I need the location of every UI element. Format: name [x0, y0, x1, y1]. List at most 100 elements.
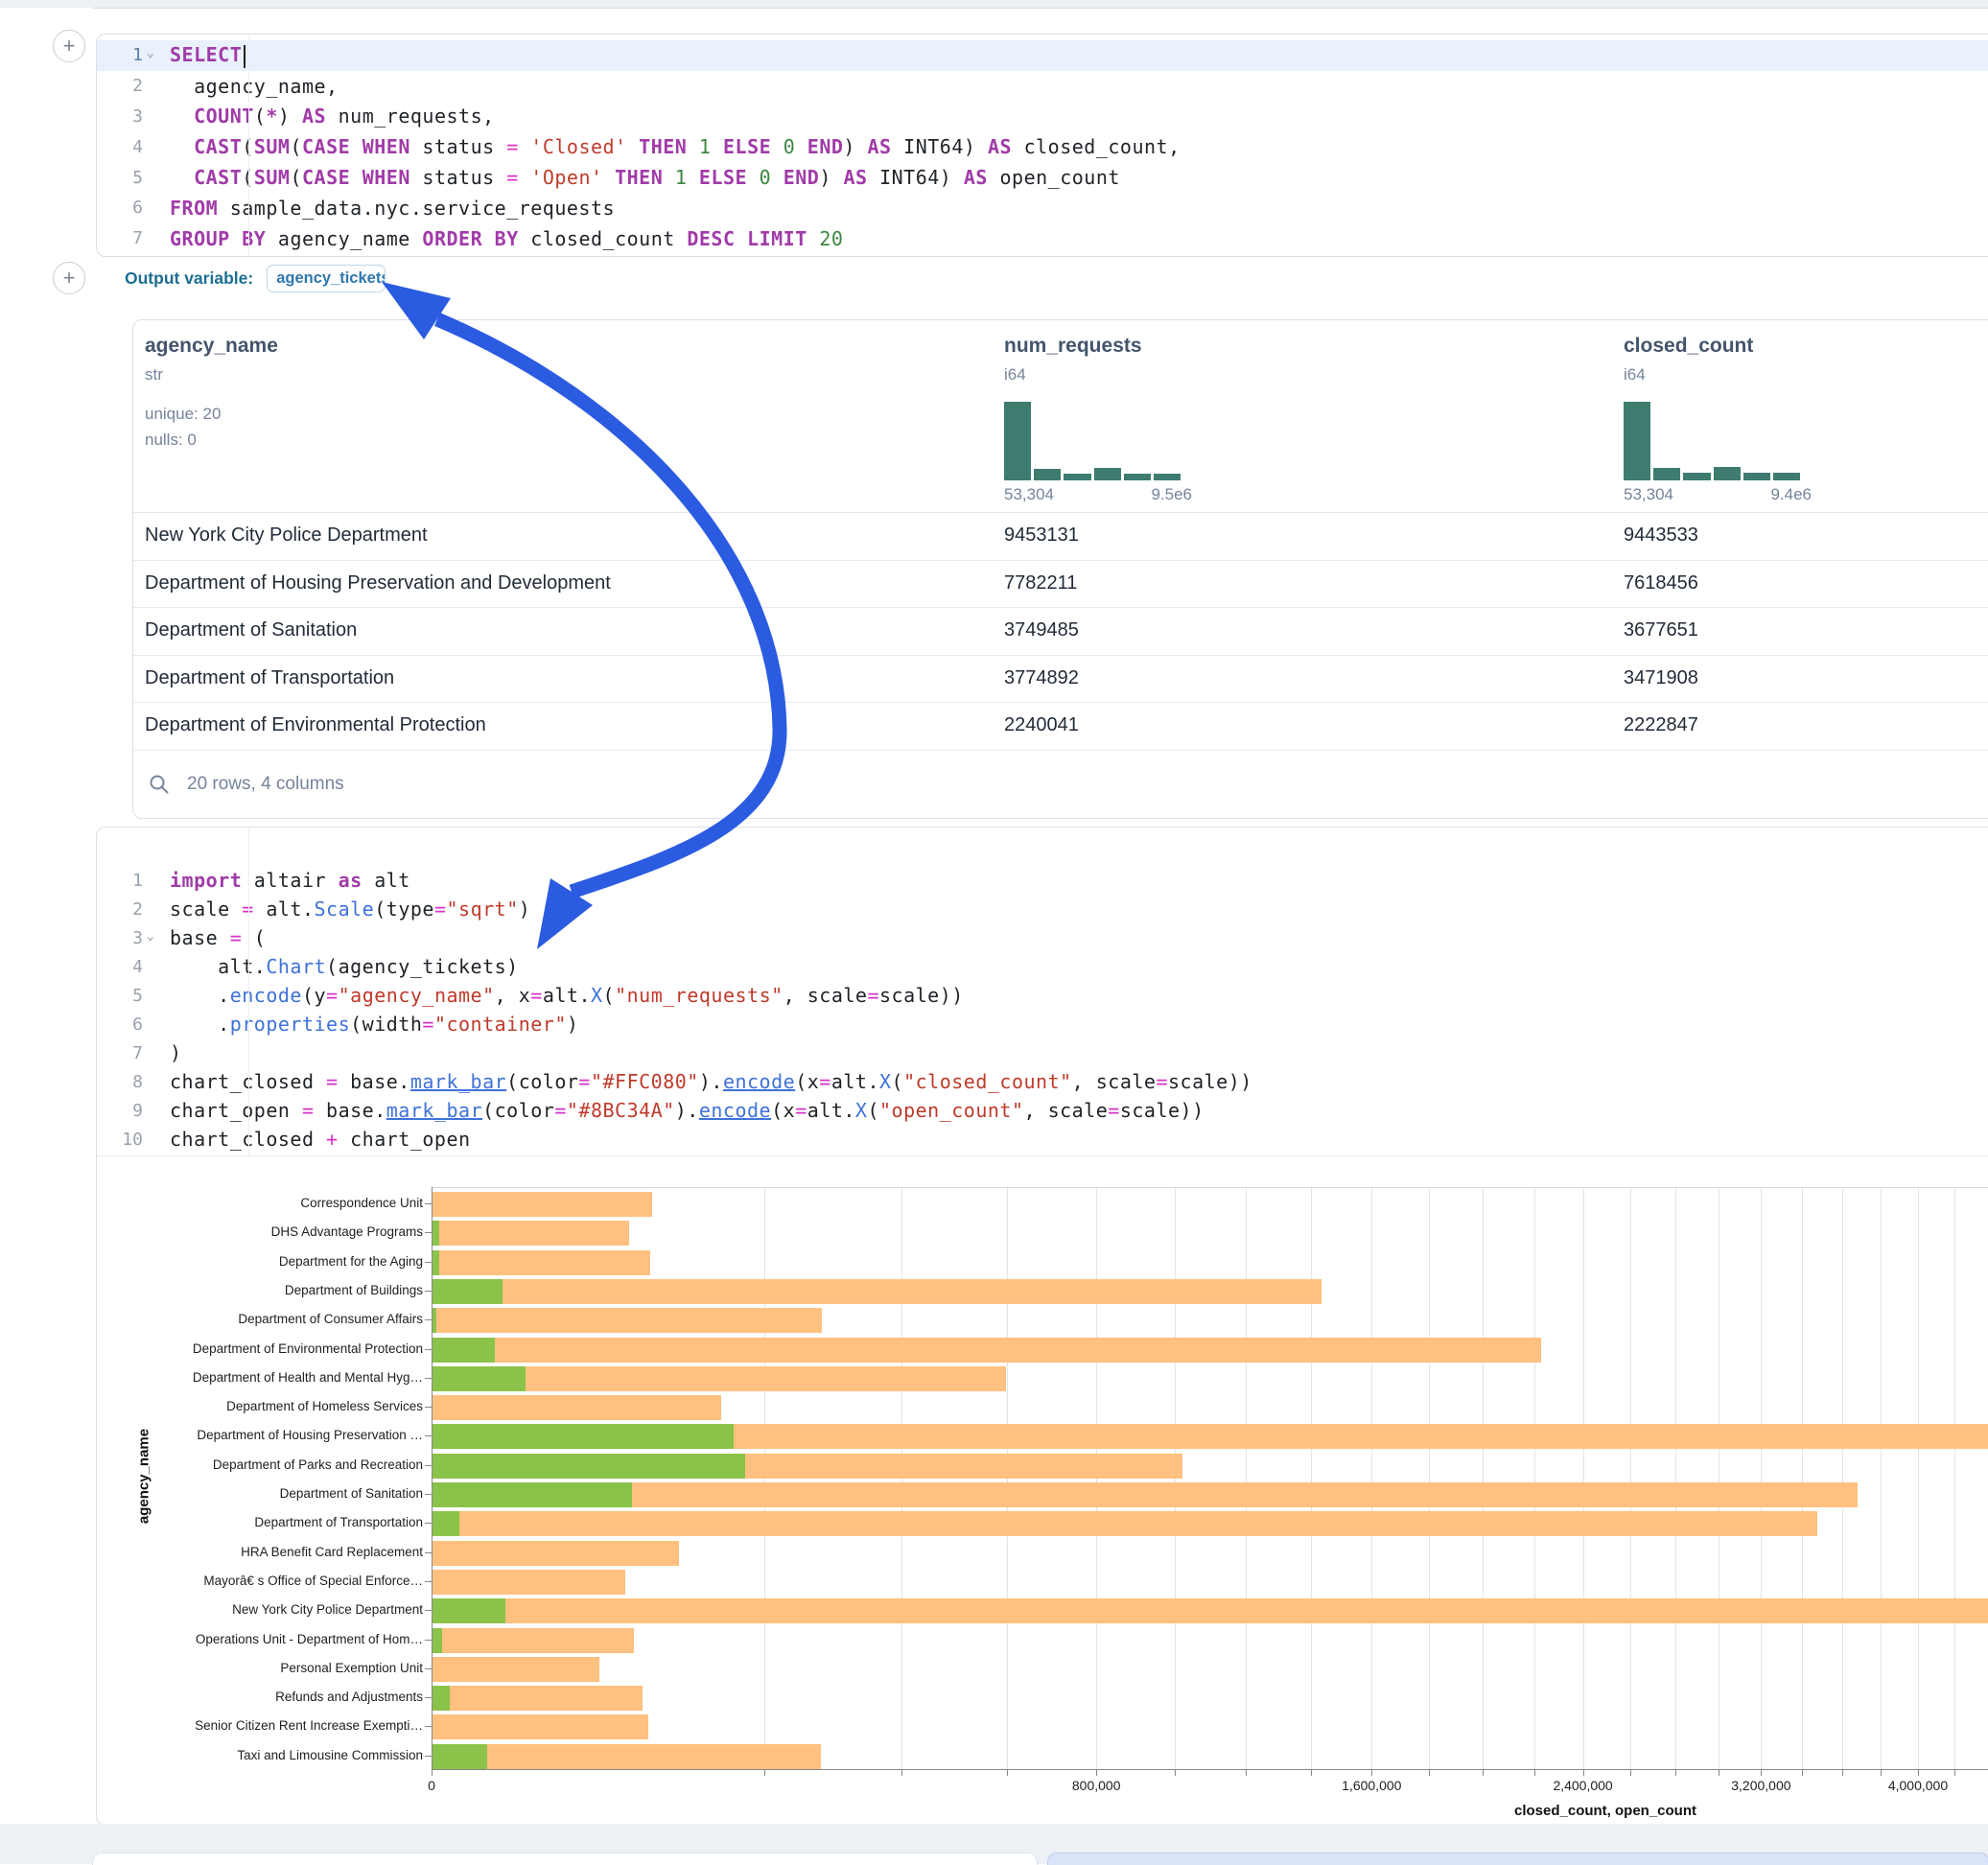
table-cell: New York City Police Department: [145, 525, 428, 547]
chart-y-axis-line: [432, 1187, 433, 1770]
table-cell: Department of Housing Preservation and D…: [145, 572, 611, 594]
add-block-button-middle[interactable]: +: [53, 262, 85, 294]
closed-count-bar: [433, 1628, 634, 1653]
code-line[interactable]: 3⌄base = (: [97, 923, 1988, 952]
closed-count-bar: [433, 1657, 599, 1682]
code-line[interactable]: 2 agency_name,: [97, 71, 1988, 102]
code-text: chart_closed = base.mark_bar(color="#FFC…: [158, 1070, 1252, 1093]
add-block-button-top[interactable]: +: [53, 30, 85, 62]
y-axis-tick: [425, 1262, 432, 1263]
code-line[interactable]: 4 alt.Chart(agency_tickets): [97, 952, 1988, 981]
dataframe-header: agency_namestrunique: 20nulls: 0num_requ…: [133, 320, 1988, 513]
table-row[interactable]: New York City Police Department945313194…: [133, 512, 1988, 561]
open-count-bar: [433, 1511, 459, 1536]
page-top-strip: [0, 0, 1988, 8]
code-text: CAST(SUM(CASE WHEN status = 'Closed' THE…: [158, 135, 1181, 158]
output-variable-pill[interactable]: agency_tickets: [267, 265, 386, 292]
code-line[interactable]: 10chart_closed + chart_open: [97, 1125, 1988, 1154]
table-row[interactable]: Department of Environmental Protection 22…: [133, 702, 1988, 751]
gridline: [1311, 1188, 1312, 1770]
next-cell-selected-edge[interactable]: [1047, 1853, 1988, 1865]
x-axis-tick: [901, 1770, 902, 1776]
table-row[interactable]: Department of Sanitation37494853677651: [133, 607, 1988, 656]
x-axis-tick: [1483, 1770, 1484, 1776]
column-name: agency_name: [145, 335, 278, 358]
chevron-down-icon[interactable]: ⌄: [143, 46, 158, 60]
closed-count-bar: [433, 1511, 1817, 1536]
line-number: 1: [97, 45, 143, 65]
open-count-bar: [433, 1308, 436, 1333]
y-axis-label: Operations Unit - Department of Hom…: [39, 1632, 423, 1646]
line-number: 6: [97, 198, 143, 218]
code-line[interactable]: 7GROUP BY agency_name ORDER BY closed_co…: [97, 223, 1988, 254]
x-axis-label: 0: [364, 1778, 499, 1793]
closed-count-bar: [433, 1541, 679, 1566]
histogram-bar: [1064, 474, 1090, 480]
x-axis-tick: [1175, 1770, 1176, 1776]
line-number: 3: [97, 928, 143, 948]
histogram-max-label: 9.5e6: [1151, 485, 1192, 504]
column-dtype: i64: [1004, 365, 1026, 385]
code-text: import altair as alt: [158, 869, 410, 892]
y-axis-tick: [425, 1552, 432, 1553]
code-line[interactable]: 2scale = alt.Scale(type="sqrt"): [97, 895, 1988, 923]
x-axis-tick: [1842, 1770, 1843, 1776]
x-axis-label: 800,000: [1029, 1778, 1163, 1793]
column-name: closed_count: [1624, 335, 1753, 358]
code-text: GROUP BY agency_name ORDER BY closed_cou…: [158, 227, 843, 250]
y-axis-label: Department of Housing Preservation …: [39, 1428, 423, 1442]
code-line[interactable]: 1⌄SELECT: [97, 40, 1988, 71]
gridline: [1583, 1188, 1584, 1770]
gridline: [1175, 1188, 1176, 1770]
y-axis-tick: [425, 1378, 432, 1379]
open-count-bar: [433, 1250, 439, 1275]
y-axis-label: Department of Parks and Recreation: [39, 1457, 423, 1472]
closed-count-bar: [433, 1598, 1988, 1623]
y-axis-label: Mayorâ€ s Office of Special Enforce…: [39, 1574, 423, 1588]
sql-cell[interactable]: 1⌄SELECT2 agency_name,3 COUNT(*) AS num_…: [96, 34, 1988, 257]
python-code-editor[interactable]: 1 import altair as alt 2scale = alt.Scale(…: [97, 866, 1988, 1154]
x-axis-tick: [1429, 1770, 1430, 1776]
code-line[interactable]: 9chart_open = base.mark_bar(color="#8BC3…: [97, 1096, 1988, 1125]
code-line[interactable]: 8chart_closed = base.mark_bar(color="#FF…: [97, 1067, 1988, 1096]
table-cell: 9453131: [1004, 525, 1079, 547]
x-axis-tick: [432, 1770, 433, 1776]
gridline: [1802, 1188, 1803, 1770]
chevron-down-icon[interactable]: ⌄: [143, 929, 158, 944]
x-axis-tick: [1881, 1770, 1882, 1776]
gridline: [1483, 1188, 1484, 1770]
x-axis-label: 4,000,000: [1851, 1778, 1985, 1793]
closed-count-bar: [433, 1714, 648, 1739]
next-cell-edge[interactable]: [92, 1853, 1038, 1865]
code-line[interactable]: 5 CAST(SUM(CASE WHEN status = 'Open' THE…: [97, 162, 1988, 193]
table-cell: 7618456: [1624, 572, 1698, 594]
table-row[interactable]: Department of Housing Preservation and D…: [133, 560, 1988, 609]
line-number: 9: [97, 1101, 143, 1121]
code-line[interactable]: 1 import altair as alt: [97, 866, 1988, 895]
output-variable-value: agency_tickets: [276, 269, 386, 287]
line-number: 1: [97, 871, 143, 891]
table-cell: Department of Environmental Protection: [145, 714, 486, 736]
code-line[interactable]: 6FROM sample_data.nyc.service_requests: [97, 193, 1988, 223]
open-count-bar: [433, 1424, 734, 1449]
line-number: 4: [97, 137, 143, 157]
histogram-min-label: 53,304: [1624, 485, 1673, 504]
code-line[interactable]: 7): [97, 1038, 1988, 1067]
closed-count-bar: [433, 1308, 822, 1333]
code-output-divider: [97, 1155, 1988, 1156]
table-cell: 2222847: [1624, 714, 1698, 736]
y-axis-tick: [425, 1756, 432, 1757]
sql-code-editor[interactable]: 1⌄SELECT2 agency_name,3 COUNT(*) AS num_…: [97, 40, 1988, 254]
plus-icon: +: [63, 266, 76, 290]
code-line[interactable]: 5 .encode(y="agency_name", x=alt.X("num_…: [97, 981, 1988, 1010]
code-line[interactable]: 4 CAST(SUM(CASE WHEN status = 'Closed' T…: [97, 131, 1988, 162]
code-line[interactable]: 6 .properties(width="container"): [97, 1010, 1988, 1038]
open-count-bar: [433, 1628, 442, 1653]
search-icon[interactable]: [149, 774, 170, 795]
line-number: 2: [97, 76, 143, 96]
gridline: [1534, 1188, 1535, 1770]
y-axis-tick: [425, 1319, 432, 1320]
table-row[interactable]: Department of Transportation377489234719…: [133, 655, 1988, 704]
code-line[interactable]: 3 COUNT(*) AS num_requests,: [97, 102, 1988, 132]
gridline: [1675, 1188, 1676, 1770]
